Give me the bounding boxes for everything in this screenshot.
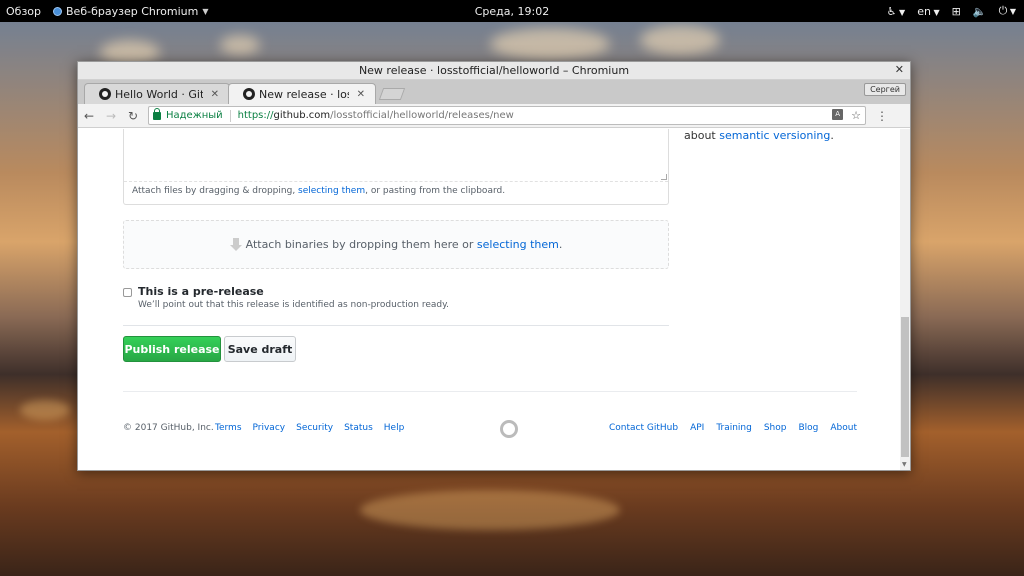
chromium-icon xyxy=(53,6,63,16)
new-tab-button[interactable] xyxy=(378,88,406,100)
binaries-prefix: Attach binaries by dropping them here or xyxy=(245,238,477,251)
lock-icon xyxy=(153,107,161,120)
footer-divider xyxy=(123,391,857,392)
reload-icon[interactable]: ↻ xyxy=(122,109,144,123)
form-divider xyxy=(123,325,669,326)
secure-label: Надежный xyxy=(166,110,223,121)
language-indicator[interactable]: en ▼ xyxy=(917,5,939,18)
resize-handle[interactable] xyxy=(661,174,667,180)
download-arrow-icon xyxy=(229,237,242,252)
save-draft-button[interactable]: Save draft xyxy=(224,336,296,362)
github-logo-icon[interactable] xyxy=(500,420,518,438)
binaries-select-link[interactable]: selecting them xyxy=(477,238,559,251)
semver-note: about semantic versioning. xyxy=(684,129,834,142)
scrollbar-thumb[interactable] xyxy=(901,317,909,457)
footer-link-status[interactable]: Status xyxy=(344,423,373,433)
footer-link-contact[interactable]: Contact GitHub xyxy=(609,423,678,433)
browser-toolbar: ← → ↻ Надежный https:// github.com /loss… xyxy=(78,104,910,128)
attach-files-link[interactable]: selecting them xyxy=(298,186,365,196)
prerelease-note: We’ll point out that this release is ide… xyxy=(138,300,450,310)
semver-suffix: . xyxy=(830,129,834,142)
tab-hello-world[interactable]: Hello World · GitHub ✕ xyxy=(84,83,230,104)
tab-strip: Hello World · GitHub ✕ New release · los… xyxy=(78,80,910,104)
gnome-top-bar: Обзор Веб-браузер Chromium ▼ Среда, 19:0… xyxy=(0,0,1024,22)
browser-window: New release · losstofficial/helloworld –… xyxy=(77,61,911,471)
activities-button[interactable]: Обзор xyxy=(6,5,41,18)
semver-prefix: about xyxy=(684,129,720,142)
github-favicon-icon xyxy=(99,88,111,100)
footer-link-training[interactable]: Training xyxy=(716,423,752,433)
network-icon[interactable]: ⊞ xyxy=(952,5,961,18)
power-icon[interactable]: ⏻ ▼ xyxy=(999,4,1016,18)
vertical-scrollbar[interactable]: ▼ xyxy=(900,129,910,470)
publish-release-button[interactable]: Publish release xyxy=(123,336,221,362)
footer-link-privacy[interactable]: Privacy xyxy=(253,423,286,433)
forward-arrow-icon[interactable]: → xyxy=(100,109,122,123)
wallpaper-cloud xyxy=(490,28,610,60)
tab-label: New release · losstofficial/helloworld xyxy=(259,87,349,101)
footer-link-terms[interactable]: Terms xyxy=(215,423,242,433)
bookmark-star-icon[interactable]: ☆ xyxy=(851,109,861,122)
url-scheme: https:// xyxy=(237,110,274,121)
page-viewport: about semantic versioning. Attach files … xyxy=(78,129,910,470)
footer-left-links: Terms Privacy Security Status Help xyxy=(215,423,404,433)
close-tab-icon[interactable]: ✕ xyxy=(211,89,219,100)
attach-files-suffix: , or pasting from the clipboard. xyxy=(365,186,506,196)
scroll-down-arrow-icon[interactable]: ▼ xyxy=(902,461,907,468)
textarea-body[interactable] xyxy=(124,129,668,182)
wallpaper-glint xyxy=(360,490,620,530)
prerelease-title[interactable]: This is a pre-release xyxy=(138,285,264,298)
footer-link-about[interactable]: About xyxy=(830,423,857,433)
window-title: New release · losstofficial/helloworld –… xyxy=(358,64,630,77)
omnibox-separator xyxy=(229,109,231,122)
footer-link-help[interactable]: Help xyxy=(384,423,405,433)
binaries-suffix: . xyxy=(558,238,563,251)
site-footer: © 2017 GitHub, Inc. Terms Privacy Securi… xyxy=(123,420,857,438)
url-path: /losstofficial/helloworld/releases/new xyxy=(330,110,514,121)
wallpaper-glint xyxy=(20,400,70,420)
github-favicon-icon xyxy=(243,88,255,100)
footer-link-api[interactable]: API xyxy=(690,423,704,433)
wallpaper-cloud xyxy=(640,25,720,55)
tab-label: Hello World · GitHub xyxy=(115,87,203,101)
copyright: © 2017 GitHub, Inc. xyxy=(123,423,214,433)
caret-down-icon: ▼ xyxy=(202,6,209,16)
prerelease-checkbox[interactable] xyxy=(123,288,132,297)
tab-new-release[interactable]: New release · losstofficial/helloworld ✕ xyxy=(228,83,376,104)
release-description-textarea[interactable]: Attach files by dragging & dropping, sel… xyxy=(123,129,669,205)
semver-link[interactable]: semantic versioning xyxy=(719,129,830,142)
url-host: github.com xyxy=(273,110,331,121)
translate-icon[interactable]: A xyxy=(832,109,844,120)
window-titlebar[interactable]: New release · losstofficial/helloworld –… xyxy=(78,62,910,80)
volume-icon[interactable]: 🔈 xyxy=(973,5,987,18)
binaries-dropzone[interactable]: Attach binaries by dropping them here or… xyxy=(123,220,669,269)
attach-files-prefix: Attach files by dragging & dropping, xyxy=(132,186,299,196)
profile-button[interactable]: Сергей xyxy=(864,83,906,96)
footer-link-blog[interactable]: Blog xyxy=(798,423,818,433)
app-menu-label: Веб-браузер Chromium xyxy=(66,4,199,18)
close-tab-icon[interactable]: ✕ xyxy=(357,89,365,100)
footer-link-shop[interactable]: Shop xyxy=(764,423,787,433)
footer-right-links: Contact GitHub API Training Shop Blog Ab… xyxy=(609,423,857,433)
wallpaper-cloud xyxy=(220,35,260,55)
footer-link-security[interactable]: Security xyxy=(296,423,333,433)
app-menu[interactable]: Веб-браузер Chromium ▼ xyxy=(53,5,208,18)
back-arrow-icon[interactable]: ← xyxy=(78,109,100,123)
close-window-icon[interactable]: ✕ xyxy=(895,63,904,76)
attach-files-hint: Attach files by dragging & dropping, sel… xyxy=(124,182,668,200)
address-bar[interactable]: Надежный https:// github.com /losstoffic… xyxy=(148,106,866,125)
accessibility-icon[interactable]: ♿ ▼ xyxy=(887,5,906,18)
menu-dots-icon[interactable]: ⋮ xyxy=(876,109,888,123)
